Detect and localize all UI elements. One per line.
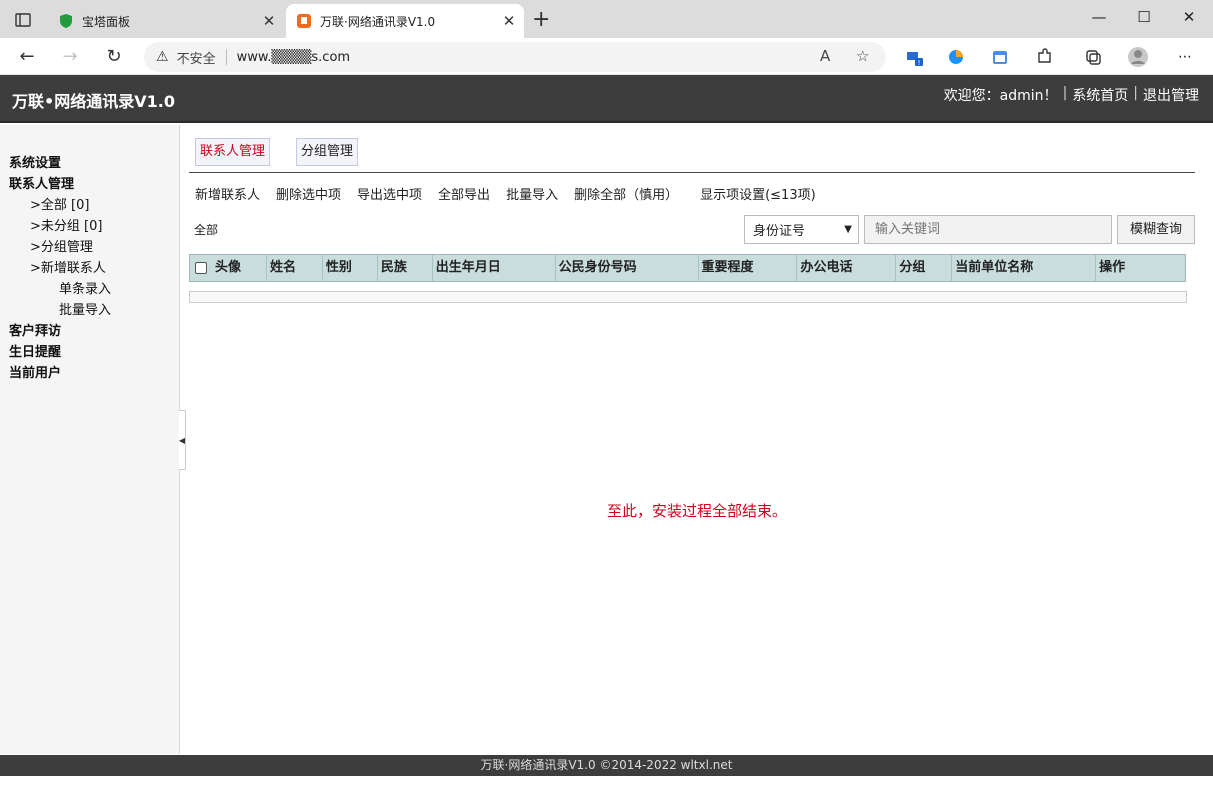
maximize-button[interactable]: ☐ <box>1121 4 1167 30</box>
column-header: 出生年月日 <box>433 255 556 281</box>
column-header: 公民身份号码 <box>556 255 699 281</box>
refresh-icon[interactable]: ↻ <box>101 44 127 70</box>
minimize-button[interactable]: — <box>1076 4 1122 30</box>
shield-icon <box>58 13 74 29</box>
close-tab-icon[interactable]: ✕ <box>258 12 280 30</box>
extension-calendar-icon[interactable] <box>989 46 1011 68</box>
add-contact-link[interactable]: 新增联系人 <box>195 184 260 203</box>
search-input[interactable] <box>864 215 1112 244</box>
export-selected-link[interactable]: 导出选中项 <box>357 184 422 203</box>
security-label: 不安全 <box>176 51 216 67</box>
sidebar-item-birthday[interactable]: 生日提醒 <box>9 341 61 360</box>
column-header: 姓名 <box>267 255 323 281</box>
svg-text:!: ! <box>918 59 921 67</box>
warning-icon: ⚠ <box>156 49 169 65</box>
tab-baota[interactable]: 宝塔面板 ✕ <box>48 4 284 38</box>
batch-import-link[interactable]: 批量导入 <box>506 184 558 203</box>
address-bar[interactable]: ⚠ 不安全 www.▒▒▒▒s.com A ☆ <box>144 42 886 72</box>
welcome-text: 欢迎您：admin！ <box>943 88 1058 104</box>
display-settings-link[interactable]: 显示项设置(≤13项) <box>700 184 816 203</box>
tab-contacts-mgmt[interactable]: 联系人管理 <box>195 138 271 166</box>
profile-avatar-icon[interactable] <box>1127 46 1149 68</box>
app-title: 万联•网络通讯录V1.0 <box>12 92 175 111</box>
sidebar-item-current-user[interactable]: 当前用户 <box>9 362 61 381</box>
browser-toolbar: ← → ↻ ⚠ 不安全 www.▒▒▒▒s.com A ☆ ! ⋯ <box>0 38 1213 75</box>
forward-icon[interactable]: → <box>57 44 83 70</box>
table-empty-row <box>189 291 1187 303</box>
search-button[interactable]: 模糊查询 <box>1117 215 1195 244</box>
delete-selected-link[interactable]: 删除选中项 <box>276 184 341 203</box>
app-header: 万联•网络通讯录V1.0 欢迎您：admin！ | 系统首页 | 退出管理 <box>0 75 1213 123</box>
extensions-puzzle-icon[interactable] <box>1033 46 1055 68</box>
install-complete-notice: 至此，安装过程全部结束。 <box>606 502 787 520</box>
sidebar-item-ungrouped[interactable]: >未分组 [0] <box>30 215 102 234</box>
home-link[interactable]: 系统首页 <box>1072 85 1128 105</box>
column-header: 分组 <box>896 255 953 281</box>
sidebar-item-system-settings[interactable]: 系统设置 <box>9 152 61 171</box>
column-header: 民族 <box>378 255 433 281</box>
tab-contacts-app[interactable]: 万联·网络通讯录V1.0 ✕ <box>286 4 524 38</box>
new-tab-button[interactable]: + <box>532 7 550 32</box>
export-all-link[interactable]: 全部导出 <box>438 184 490 203</box>
column-header: 重要程度 <box>699 255 798 281</box>
favorite-add-icon[interactable]: ☆ <box>856 47 869 65</box>
filter-label: 全部 <box>194 223 219 237</box>
table-header: 头像 姓名 性别 民族 出生年月日 公民身份号码 重要程度 办公电话 分组 当前… <box>189 254 1186 282</box>
divider: | <box>1062 85 1068 101</box>
divider <box>225 49 227 65</box>
collections-icon[interactable] <box>1082 46 1104 68</box>
footer: 万联·网络通讯录V1.0 ©2014-2022 wltxl.net <box>0 755 1213 776</box>
column-header: 性别 <box>323 255 378 281</box>
logout-link[interactable]: 退出管理 <box>1143 85 1199 105</box>
tab-title: 宝塔面板 <box>82 14 131 29</box>
search-field-value: 身份证号 <box>753 224 806 239</box>
url-text[interactable]: www.▒▒▒▒s.com <box>237 50 351 65</box>
read-aloud-icon[interactable]: A <box>820 47 830 65</box>
tab-group-mgmt[interactable]: 分组管理 <box>296 138 359 166</box>
column-header: 当前单位名称 <box>952 255 1097 281</box>
sidebar-item-batch-import[interactable]: 批量导入 <box>59 299 111 318</box>
sidebar-item-all[interactable]: >全部 [0] <box>30 194 89 213</box>
extension-translate-icon[interactable] <box>945 46 967 68</box>
more-menu-icon[interactable]: ⋯ <box>1174 46 1196 68</box>
tab-title: 万联·网络通讯录V1.0 <box>320 14 436 29</box>
search-field-select[interactable]: 身份证号 ▼ <box>744 215 859 244</box>
sidebar-item-contacts[interactable]: 联系人管理 <box>9 173 74 192</box>
column-header: 操作 <box>1099 260 1126 275</box>
select-all-checkbox[interactable] <box>190 255 212 281</box>
sidebar: 系统设置 联系人管理 >全部 [0] >未分组 [0] >分组管理 >新增联系人… <box>0 125 180 754</box>
column-header: 头像 <box>212 255 267 281</box>
tab-actions-icon[interactable] <box>12 9 34 31</box>
chevron-down-icon: ▼ <box>844 224 852 235</box>
divider <box>189 172 1195 173</box>
browser-tab-bar: 宝塔面板 ✕ 万联·网络通讯录V1.0 ✕ + — ☐ ✕ <box>0 0 1213 38</box>
user-nav: 欢迎您：admin！ | 系统首页 | 退出管理 <box>944 85 1199 105</box>
close-tab-icon[interactable]: ✕ <box>498 12 520 30</box>
sidebar-item-customer-visits[interactable]: 客户拜访 <box>9 320 61 339</box>
delete-all-link[interactable]: 删除全部（慎用） <box>574 184 678 203</box>
column-header: 办公电话 <box>797 255 897 281</box>
sidebar-item-add-contact[interactable]: >新增联系人 <box>30 257 106 276</box>
sidebar-item-single-entry[interactable]: 单条录入 <box>59 278 111 297</box>
main-content: 联系人管理 分组管理 新增联系人 删除选中项 导出选中项 全部导出 批量导入 删… <box>181 125 1213 754</box>
extension-mail-icon[interactable]: ! <box>903 46 925 68</box>
back-icon[interactable]: ← <box>14 44 40 70</box>
divider: | <box>1133 85 1138 101</box>
close-window-button[interactable]: ✕ <box>1166 4 1212 30</box>
action-bar: 新增联系人 删除选中项 导出选中项 全部导出 批量导入 删除全部（慎用） 显示项… <box>195 184 816 203</box>
sidebar-item-group-mgmt[interactable]: >分组管理 <box>30 236 93 255</box>
app-favicon-icon <box>296 13 312 29</box>
